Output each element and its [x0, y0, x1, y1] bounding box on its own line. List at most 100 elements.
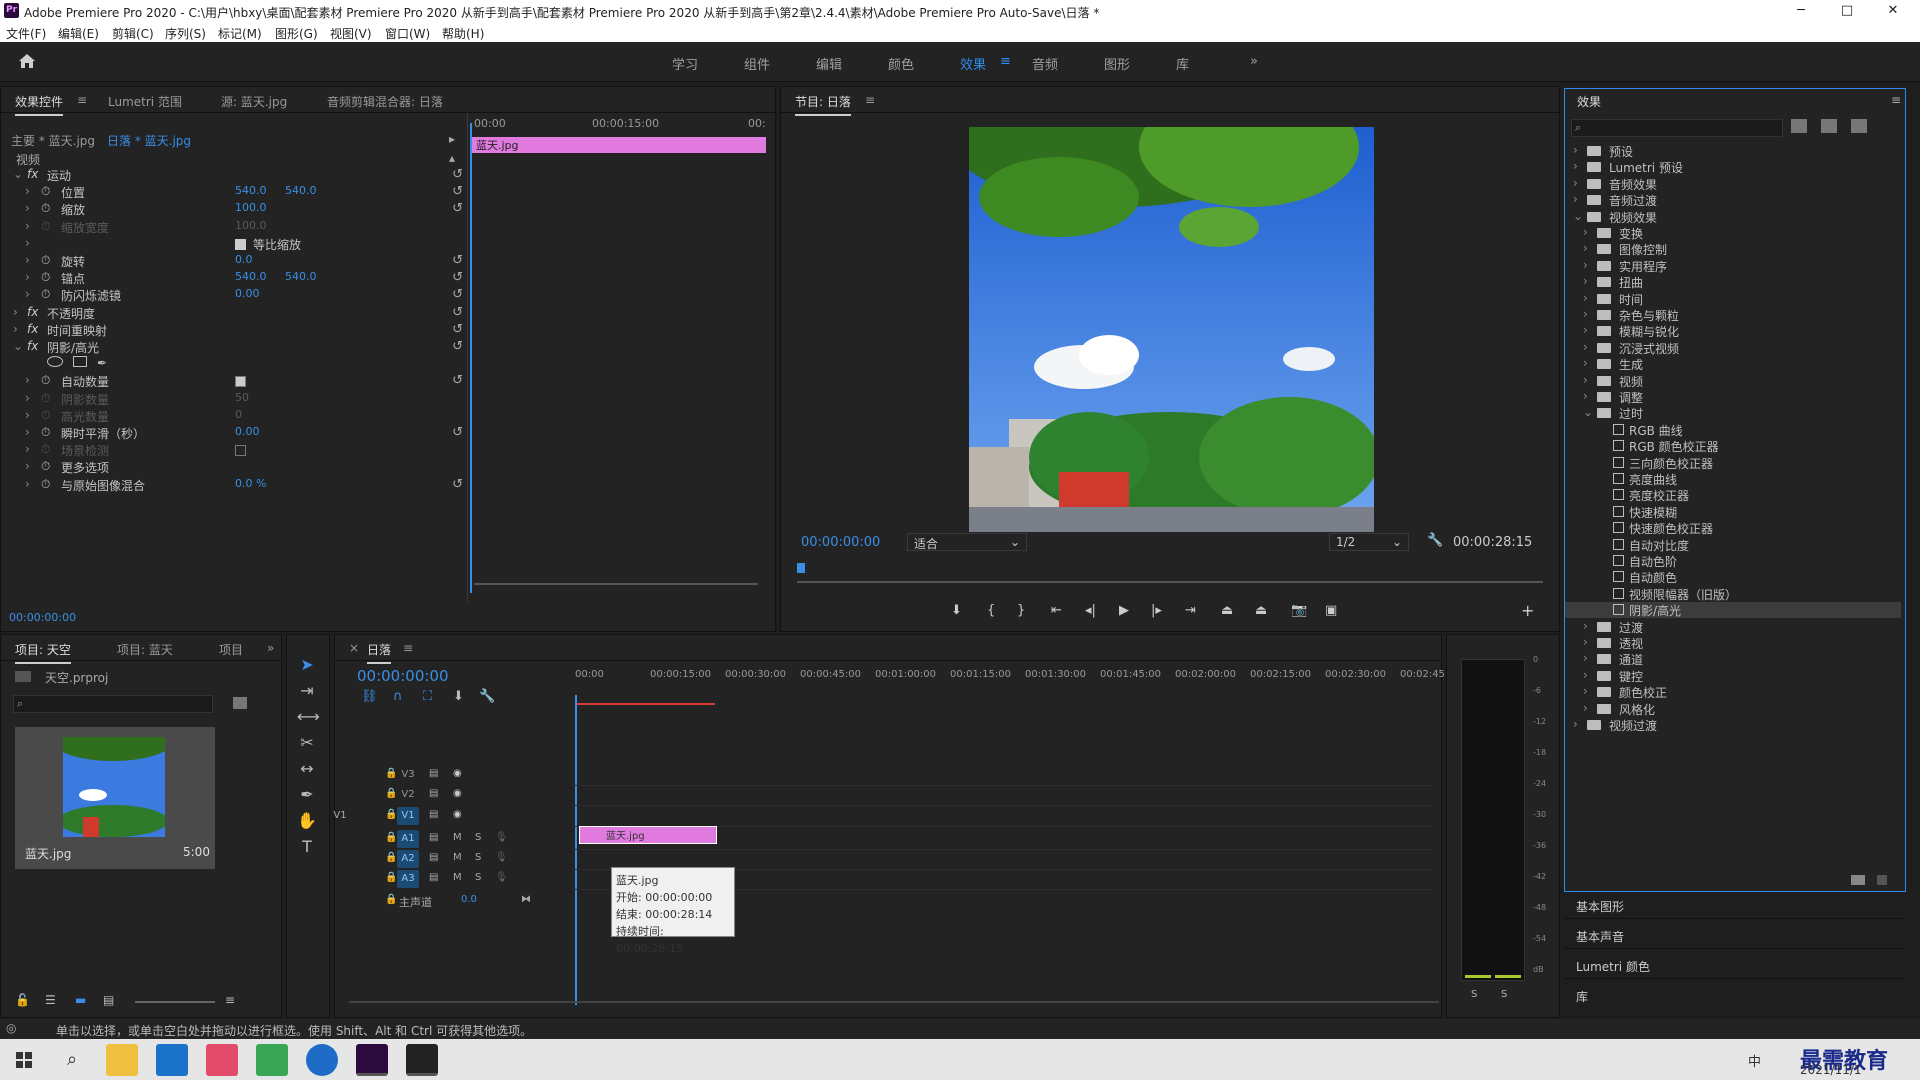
stopwatch-icon[interactable]: ⏱ — [41, 425, 50, 440]
property-value[interactable]: 0 — [235, 408, 242, 421]
selection-tool-icon[interactable]: ➤ — [297, 655, 317, 675]
mark-in-icon[interactable]: { — [987, 603, 995, 618]
effect-property-row[interactable]: › ⏱ 与原始图像混合 0.0 % ↺ — [1, 477, 463, 497]
reset-icon[interactable]: ↺ — [452, 305, 463, 320]
expand-arrow-icon[interactable]: › — [25, 287, 30, 301]
expand-arrow-icon[interactable]: › — [25, 442, 30, 456]
effect-item[interactable]: 自动颜色 — [1565, 569, 1901, 585]
stopwatch-icon[interactable]: ⏱ — [41, 253, 50, 268]
effect-item[interactable]: 亮度校正器 — [1565, 487, 1901, 503]
tab-effect-controls[interactable]: 效果控件 — [15, 93, 64, 116]
pen-mask-icon[interactable]: ✒ — [97, 356, 107, 370]
stopwatch-icon[interactable]: ⏱ — [41, 373, 50, 388]
property-value[interactable]: 0.00 — [235, 425, 260, 438]
expand-arrow-icon[interactable]: › — [25, 270, 30, 284]
wrench-icon[interactable]: 🔧 — [1427, 533, 1443, 548]
effect-controls-timecode[interactable]: 00:00:00:00 — [9, 611, 76, 624]
effect-folder[interactable]: › 音频效果 — [1565, 176, 1901, 192]
track-select-tool-icon[interactable]: ⇥ — [297, 681, 317, 701]
effect-folder[interactable]: › 图像控制 — [1565, 241, 1901, 257]
home-icon[interactable] — [16, 50, 38, 72]
solo-button[interactable]: S — [475, 872, 481, 883]
project-clip-thumbnail[interactable]: 蓝天.jpg 5:00 — [15, 727, 215, 869]
program-monitor-title[interactable]: 节目: 日落 — [795, 93, 851, 116]
lift-icon[interactable]: ⏏ — [1221, 603, 1233, 618]
chevron-right-icon[interactable]: › — [1583, 291, 1588, 305]
lock-icon[interactable]: 🔒 — [385, 768, 397, 779]
stopwatch-icon[interactable]: ⏱ — [41, 442, 50, 457]
property-value[interactable]: 540.0 — [285, 184, 317, 197]
stopwatch-icon[interactable]: ⏱ — [41, 184, 50, 199]
reset-icon[interactable]: ↺ — [452, 184, 463, 199]
program-menu-icon[interactable]: ≡ — [865, 93, 875, 107]
sync-lock-icon[interactable]: ▤ — [429, 852, 438, 863]
effect-folder[interactable]: › 风格化 — [1565, 701, 1901, 717]
checkbox[interactable] — [235, 376, 246, 388]
linked-selection-icon[interactable]: ⛶ — [423, 689, 432, 704]
resolution-dropdown[interactable]: 1/2 ⌄ — [1329, 533, 1409, 551]
premiere-taskbar-icon[interactable] — [356, 1044, 388, 1076]
icon-view-icon[interactable]: ▬ — [75, 993, 86, 1007]
property-value[interactable]: 100.0 — [235, 219, 267, 232]
add-marker-icon[interactable]: ⬇ — [951, 603, 962, 618]
effects-panel-title[interactable]: 效果 — [1577, 93, 1601, 110]
effect-item[interactable]: RGB 曲线 — [1565, 422, 1901, 438]
stopwatch-icon[interactable]: ⏱ — [41, 270, 50, 285]
workspace-menu-icon[interactable]: ≡ — [1000, 54, 1011, 69]
compare-view-icon[interactable]: ▣ — [1325, 603, 1337, 618]
microphone-icon[interactable]: 🎙 — [495, 852, 508, 863]
taskbar-app-icon[interactable] — [206, 1044, 238, 1076]
effect-folder[interactable]: › 生成 — [1565, 356, 1901, 372]
mute-button[interactable]: M — [453, 832, 462, 843]
reset-icon[interactable]: ↺ — [452, 322, 463, 337]
solo-left-button[interactable]: S — [1471, 989, 1477, 1000]
eye-icon[interactable]: ◉ — [453, 809, 462, 820]
accelerated-effects-icon[interactable] — [1791, 119, 1807, 133]
expand-arrow-icon[interactable]: › — [25, 459, 30, 473]
property-value[interactable]: 50 — [235, 391, 249, 404]
play-clip-icon[interactable]: ▸ — [449, 132, 455, 146]
solo-button[interactable]: S — [475, 852, 481, 863]
reset-icon[interactable]: ↺ — [452, 270, 463, 285]
mark-out-icon[interactable]: } — [1017, 603, 1025, 618]
chevron-right-icon[interactable]: › — [1583, 307, 1588, 321]
essential-graphics-panel[interactable]: 基本图形 — [1576, 898, 1624, 915]
workspace-editing[interactable]: 编辑 — [816, 54, 842, 73]
effect-item[interactable]: 快速颜色校正器 — [1565, 520, 1901, 536]
effect-folder[interactable]: › 变换 — [1565, 225, 1901, 241]
effect-item[interactable]: 亮度曲线 — [1565, 471, 1901, 487]
go-to-end-icon[interactable]: ⧓ — [521, 894, 531, 905]
program-playhead[interactable] — [797, 563, 805, 573]
chevron-right-icon[interactable]: › — [1583, 258, 1588, 272]
find-icon[interactable] — [233, 697, 247, 709]
sort-icon[interactable]: ≡ — [225, 993, 235, 1007]
solo-button[interactable]: S — [475, 832, 481, 843]
sequence-clip-label[interactable]: 日落 * 蓝天.jpg — [107, 132, 191, 149]
expand-arrow-icon[interactable]: › — [25, 425, 30, 439]
program-timecode[interactable]: 00:00:00:00 — [801, 535, 880, 550]
chevron-right-icon[interactable]: › — [1583, 684, 1588, 698]
yuv-effects-icon[interactable] — [1851, 119, 1867, 133]
chevron-right-icon[interactable]: › — [1583, 651, 1588, 665]
chevron-right-icon[interactable]: › — [1583, 340, 1588, 354]
effect-folder[interactable]: › 预设 — [1565, 143, 1901, 159]
mini-playhead[interactable] — [470, 123, 472, 593]
property-value[interactable]: 0.0 — [235, 253, 253, 266]
workspace-color[interactable]: 颜色 — [888, 54, 914, 73]
workspace-audio[interactable]: 音频 — [1032, 54, 1058, 73]
expand-arrow-icon[interactable]: › — [25, 373, 30, 387]
reset-icon[interactable]: ↺ — [452, 287, 463, 302]
new-bin-icon[interactable] — [1851, 875, 1865, 885]
expand-arrow-icon[interactable]: › — [13, 305, 18, 319]
chevron-right-icon[interactable]: › — [1583, 225, 1588, 239]
reset-icon[interactable]: ↺ — [452, 373, 463, 388]
ripple-edit-tool-icon[interactable]: ⟷ — [297, 707, 320, 727]
reset-icon[interactable]: ↺ — [452, 253, 463, 268]
lock-icon[interactable]: 🔒 — [385, 809, 397, 820]
expand-arrow-icon[interactable]: ⌄ — [13, 167, 23, 181]
lock-icon[interactable]: 🔒 — [385, 832, 397, 843]
freeform-view-icon[interactable]: ▤ — [103, 993, 114, 1007]
checkbox[interactable] — [235, 445, 246, 457]
track-target[interactable]: A2 — [397, 850, 419, 868]
hand-tool-icon[interactable]: ✋ — [297, 811, 317, 831]
